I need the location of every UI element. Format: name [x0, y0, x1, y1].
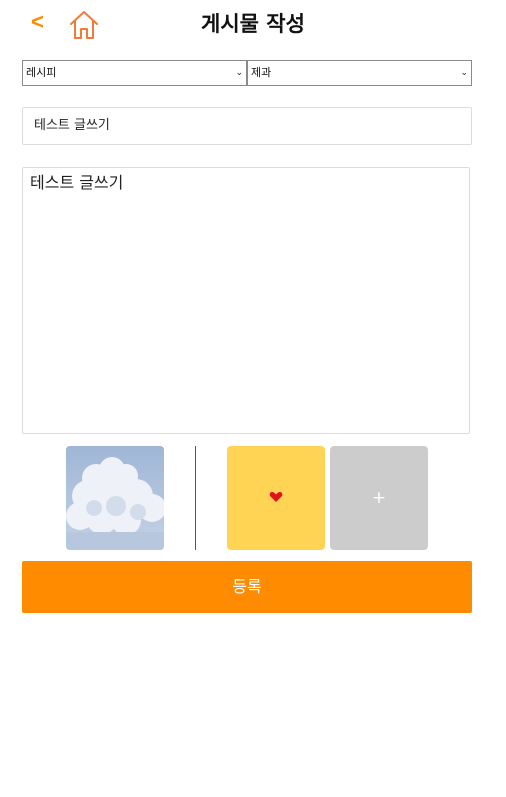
category-select-value: 레시피	[26, 66, 57, 79]
page-title: 게시물 작성	[201, 12, 305, 36]
title-input[interactable]: 테스트 글쓰기	[22, 107, 472, 145]
chevron-down-icon: ⌄	[460, 68, 468, 78]
attached-image-tile[interactable]	[227, 446, 325, 550]
category-selects: 레시피 ⌄ 제과 ⌄	[22, 60, 472, 86]
cloud-photo-image	[66, 446, 164, 550]
subcategory-select-value: 제과	[251, 66, 272, 79]
heart-icon	[269, 492, 283, 502]
submit-button[interactable]: 등록	[22, 561, 472, 613]
content-textarea[interactable]: 테스트 글쓰기	[22, 167, 470, 434]
header: < 게시물 작성	[0, 0, 506, 50]
category-select[interactable]: 레시피 ⌄	[22, 60, 247, 86]
divider	[195, 446, 196, 550]
chevron-down-icon: ⌄	[235, 68, 243, 78]
add-image-button[interactable]: +	[330, 446, 428, 550]
subcategory-select[interactable]: 제과 ⌄	[247, 60, 472, 86]
attached-photo-thumbnail[interactable]	[66, 446, 164, 550]
